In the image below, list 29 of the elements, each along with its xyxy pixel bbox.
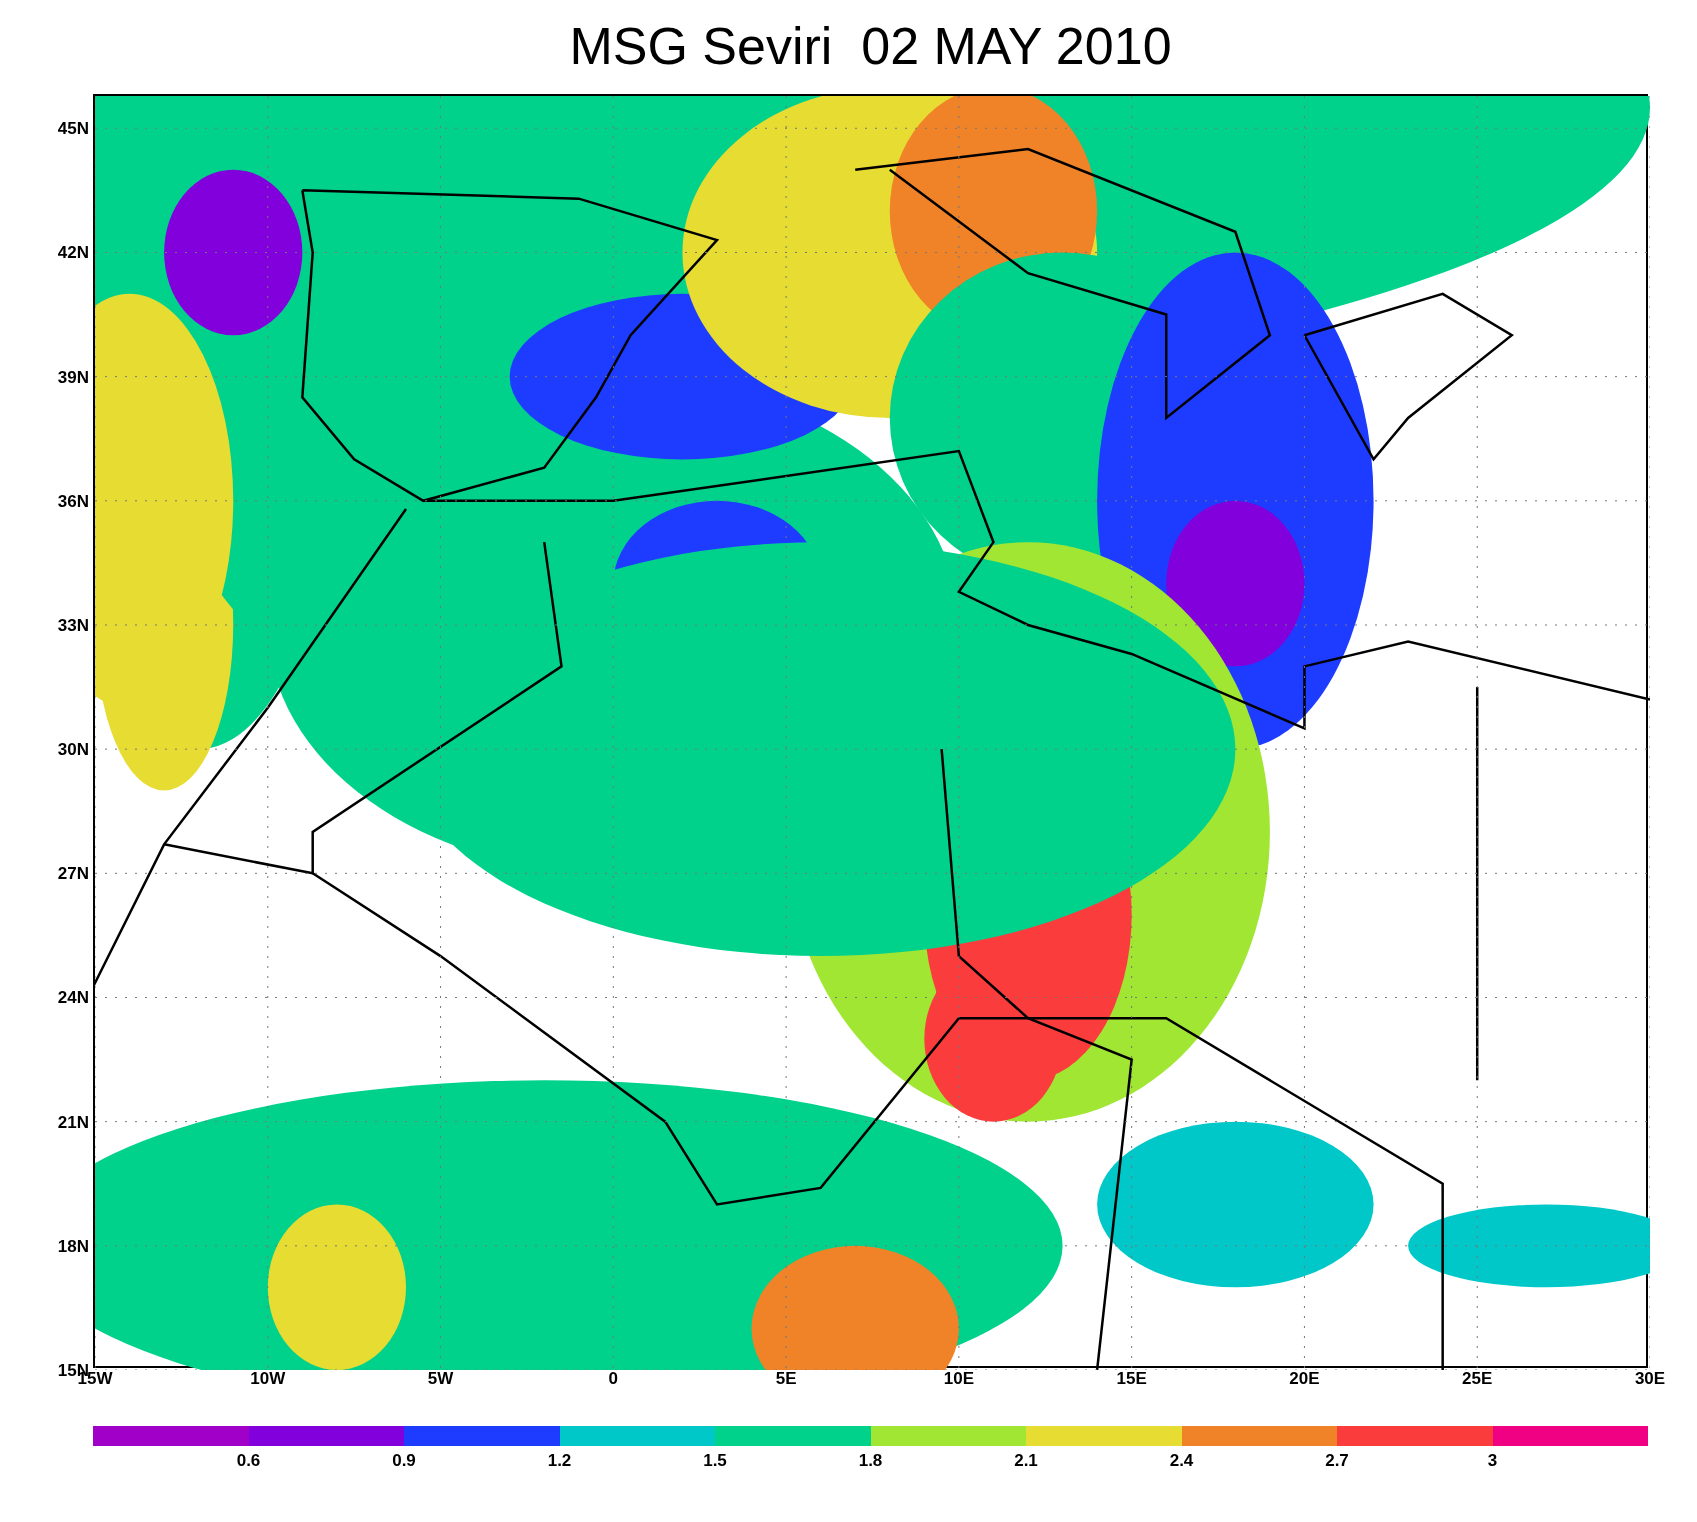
latitude-label: 21N [57, 1113, 89, 1131]
longitude-label: 30E [1634, 1370, 1666, 1387]
latitude-label: 39N [57, 368, 89, 386]
colorbar-label: 2.4 [1169, 1452, 1194, 1469]
latitude-label: 36N [57, 492, 89, 510]
latitude-label: 42N [57, 243, 89, 261]
longitude-label: 5W [427, 1370, 454, 1387]
colorbar-label: 1.2 [547, 1452, 572, 1469]
latitude-label: 45N [57, 119, 89, 137]
colorbar-label: 2.1 [1014, 1452, 1038, 1469]
colorbar-label: 1.5 [703, 1452, 727, 1469]
latitude-label: 24N [57, 989, 89, 1006]
colorbar-label: 3 [1487, 1452, 1498, 1469]
longitude-label: 20E [1289, 1370, 1320, 1387]
latitude-label: 27N [57, 864, 89, 882]
colorbar-label: 1.8 [858, 1452, 883, 1469]
colorbar-label: 2.7 [1325, 1452, 1349, 1469]
latitude-label: 33N [57, 616, 89, 634]
colorbar-label: 0.6 [236, 1452, 261, 1469]
longitude-label: 15E [1116, 1370, 1147, 1387]
longitude-label: 10E [943, 1370, 974, 1387]
longitude-label: 10W [250, 1370, 286, 1387]
longitude-label: 5E [775, 1370, 797, 1387]
latitude-label: 18N [57, 1237, 89, 1255]
longitude-label: 25E [1462, 1370, 1493, 1387]
chart-title: MSG Seviri 02 MAY 2010 [568, 20, 1173, 72]
longitude-label: 0 [608, 1370, 619, 1387]
latitude-label: 30N [57, 740, 89, 758]
colorbar-label: 0.9 [392, 1452, 416, 1469]
